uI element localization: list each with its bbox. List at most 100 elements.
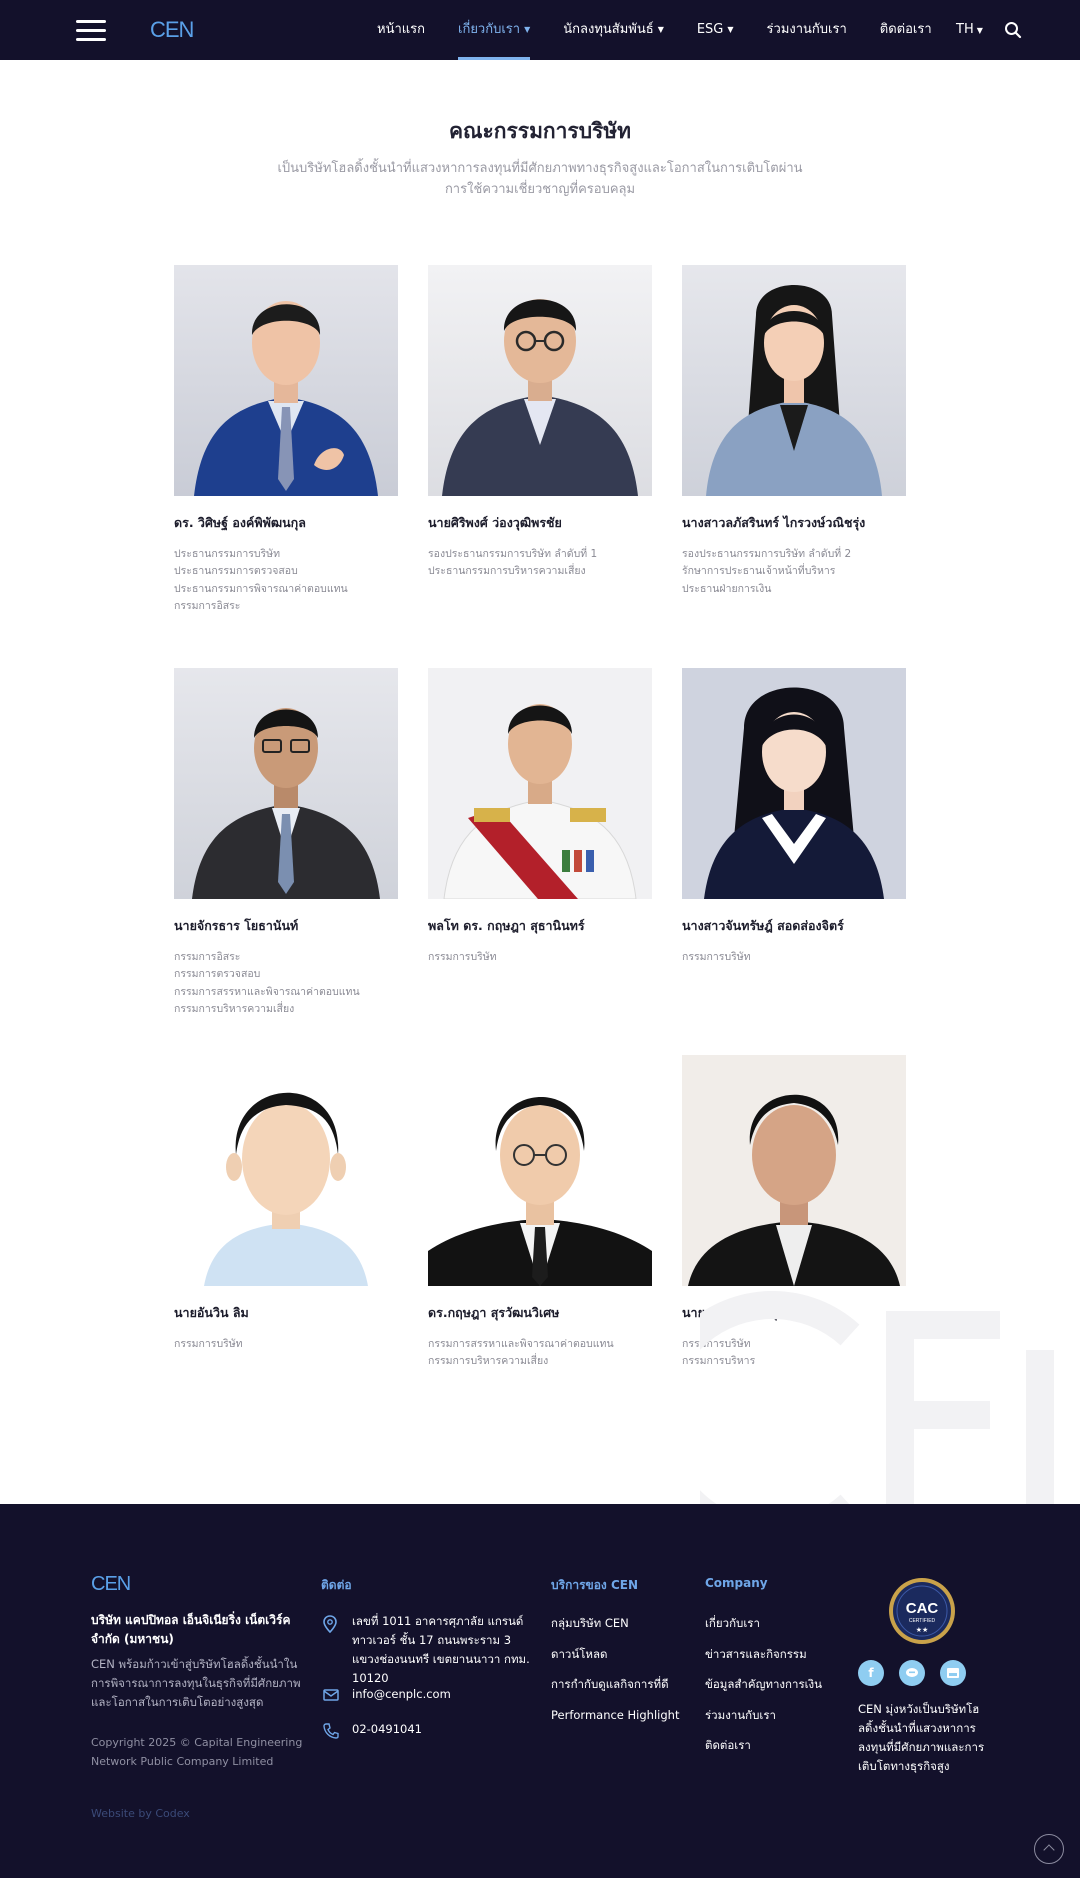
board-member-card[interactable]: นางสาวลภัสรินทร์ ไกรวงษ์วณิชรุ่ง รองประธ… — [682, 265, 906, 598]
member-role: กรรมการบริหารความเสี่ยง — [428, 1355, 549, 1368]
cen-logo[interactable]: CEN — [150, 17, 205, 41]
footer-copyright: Copyright 2025 © Capital Engineering Net… — [91, 1736, 303, 1768]
member-role: ประธานฝ่ายการเงิน — [682, 582, 772, 595]
member-roles: ประธานกรรมการบริษัท ประธานกรรมการตรวจสอบ… — [174, 546, 398, 615]
footer-company-description: CEN พร้อมก้าวเข้าสู่บริษัทโฮลดิ้งชั้นนำใ… — [91, 1657, 301, 1709]
phone-icon — [323, 1723, 339, 1739]
chevron-down-icon: ▼ — [727, 25, 734, 34]
footer-company-name: บริษัท แคปปิทอล เอ็นจิเนียริ่ง เน็ตเวิร์… — [91, 1613, 291, 1646]
search-icon[interactable] — [1004, 21, 1022, 39]
chevron-down-icon: ▼ — [976, 26, 983, 35]
footer-link[interactable]: การกำกับดูแลกิจการที่ดี — [551, 1676, 679, 1707]
footer-phone-text[interactable]: 02-0491041 — [352, 1720, 422, 1739]
footer-link[interactable]: ข่าวสารและกิจกรรม — [705, 1646, 822, 1677]
nav-home[interactable]: หน้าแรก — [377, 0, 425, 60]
member-roles: รองประธานกรรมการบริษัท ลำดับที่ 2 รักษาก… — [682, 546, 906, 598]
mail-icon — [323, 1689, 339, 1701]
nav-careers[interactable]: ร่วมงานกับเรา — [767, 0, 847, 60]
page: CEN หน้าแรก เกี่ยวกับเรา ▼ นักลงทุนสัมพัน… — [0, 0, 1080, 1878]
footer-link[interactable]: ร่วมงานกับเรา — [705, 1707, 822, 1738]
scroll-to-top-button[interactable] — [1034, 1834, 1064, 1864]
board-member-card[interactable]: พลโท ดร. กฤษฎา สุธานินทร์ กรรมการบริษัท — [428, 668, 652, 966]
shop-icon[interactable] — [940, 1660, 966, 1686]
board-member-card[interactable]: นายจักรธาร โยธานันท์ กรรมการอิสระ กรรมกา… — [174, 668, 398, 1018]
chevron-up-icon — [1043, 1844, 1055, 1856]
svg-text:CAC: CAC — [906, 1600, 939, 1617]
member-name: นายอันวิน ลิม — [174, 1305, 249, 1320]
member-name: นางสาวจันทรัษฎ์ สอดส่องจิตร์ — [682, 918, 844, 933]
board-member-card[interactable]: ดร.กฤษฎา สุรวัฒนวิเศษ กรรมการสรรหาและพิจ… — [428, 1055, 652, 1371]
member-role: รักษาการประธานเจ้าหน้าที่บริหาร — [682, 565, 836, 578]
member-photo — [428, 265, 652, 496]
member-photo — [682, 1055, 906, 1286]
member-roles: กรรมการบริษัท — [174, 1336, 398, 1353]
member-photo — [174, 265, 398, 496]
member-role: กรรมการบริหารความเสี่ยง — [174, 1002, 295, 1015]
member-name: พลโท ดร. กฤษฎา สุธานินทร์ — [428, 918, 585, 933]
member-photo — [428, 668, 652, 899]
footer-company-list: เกี่ยวกับเรา ข่าวสารและกิจกรรม ข้อมูลสำค… — [705, 1615, 822, 1768]
member-role: กรรมการบริษัท — [682, 951, 751, 963]
menu-icon[interactable] — [76, 20, 106, 42]
footer-services-heading: บริการของ CEN — [551, 1578, 639, 1592]
footer-website-credit[interactable]: Website by Codex — [91, 1807, 190, 1820]
board-member-card[interactable]: นางสาวจันทรัษฎ์ สอดส่องจิตร์ กรรมการบริษ… — [682, 668, 906, 966]
member-name: ดร. วิศิษฐ์ องค์พิพัฒนกุล — [174, 515, 306, 530]
footer-link[interactable]: ดาวน์โหลด — [551, 1646, 679, 1677]
member-role: รองประธานกรรมการบริษัท ลำดับที่ 1 — [428, 548, 598, 560]
footer-link[interactable]: เกี่ยวกับเรา — [705, 1615, 822, 1646]
footer-link[interactable]: กลุ่มบริษัท CEN — [551, 1615, 679, 1646]
footer-link[interactable]: Performance Highlight — [551, 1707, 679, 1738]
member-role: ประธานกรรมการพิจารณาค่าตอบแทน — [174, 582, 348, 595]
member-roles: กรรมการสรรหาและพิจารณาค่าตอบแทน กรรมการบ… — [428, 1336, 652, 1371]
member-name: นายศิริพงศ์ ว่องวุฒิพรชัย — [428, 515, 562, 530]
svg-text:★★: ★★ — [916, 1626, 929, 1634]
footer-tagline: CEN มุ่งหวังเป็นบริษัทโฮลดิ้งชั้นนำที่แส… — [858, 1702, 985, 1773]
member-roles: รองประธานกรรมการบริษัท ลำดับที่ 1 ประธาน… — [428, 546, 652, 581]
member-roles: กรรมการบริษัท — [428, 949, 652, 966]
member-photo — [682, 265, 906, 496]
footer-address-text: เลขที่ 1011 อาคารศุภาลัย แกรนด์ ทาวเวอร์… — [352, 1614, 530, 1685]
footer-cen-logo[interactable]: CEN — [91, 1572, 139, 1594]
board-member-card[interactable]: นายอันวิน ลิม กรรมการบริษัท — [174, 1055, 398, 1353]
language-selector[interactable]: TH ▼ — [956, 0, 983, 60]
member-photo — [174, 1055, 398, 1286]
nav-contact[interactable]: ติดต่อเรา — [880, 0, 932, 60]
member-role: กรรมการสรรหาและพิจารณาค่าตอบแทน — [428, 1338, 614, 1350]
cac-certified-badge: CAC CERTIFIED ★★ — [889, 1578, 955, 1644]
member-name: ดร.กฤษฎา สุรวัฒนวิเศษ — [428, 1305, 560, 1320]
member-photo — [428, 1055, 652, 1286]
member-name: นายจักรธาร โยธานันท์ — [174, 918, 299, 933]
svg-text:CEN: CEN — [91, 1573, 130, 1594]
member-role: รองประธานกรรมการบริษัท ลำดับที่ 2 — [682, 548, 852, 560]
member-name: นางสาวลภัสรินทร์ ไกรวงษ์วณิชรุ่ง — [682, 515, 866, 530]
footer-link[interactable]: ข้อมูลสำคัญทางการเงิน — [705, 1676, 822, 1707]
member-role: กรรมการสรรหาและพิจารณาค่าตอบแทน — [174, 985, 360, 998]
member-roles: กรรมการบริษัท — [682, 949, 906, 966]
nav-esg[interactable]: ESG ▼ — [697, 0, 734, 60]
member-role: กรรมการอิสระ — [174, 951, 241, 963]
footer-link[interactable]: ติดต่อเรา — [705, 1737, 822, 1768]
member-role: กรรมการตรวจสอบ — [174, 968, 261, 981]
facebook-icon[interactable]: f — [858, 1660, 884, 1686]
nav-investor-relations[interactable]: นักลงทุนสัมพันธ์ ▼ — [563, 0, 664, 60]
footer-email-text[interactable]: info@cenplc.com — [352, 1685, 451, 1704]
chevron-down-icon: ▼ — [524, 25, 531, 34]
board-member-card[interactable]: ดร. วิศิษฐ์ องค์พิพัฒนกุล ประธานกรรมการบ… — [174, 265, 398, 615]
member-photo — [682, 668, 906, 899]
svg-text:CERTIFIED: CERTIFIED — [909, 1618, 936, 1624]
line-icon[interactable] — [899, 1660, 925, 1686]
board-member-card[interactable]: นายศิริพงศ์ ว่องวุฒิพรชัย รองประธานกรรมก… — [428, 265, 652, 581]
top-navbar: CEN หน้าแรก เกี่ยวกับเรา ▼ นักลงทุนสัมพัน… — [0, 0, 1080, 60]
member-role: กรรมการบริษัท — [428, 951, 497, 963]
nav-about[interactable]: เกี่ยวกับเรา ▼ — [458, 0, 531, 60]
main-nav: หน้าแรก เกี่ยวกับเรา ▼ นักลงทุนสัมพันธ์ ▼ … — [377, 0, 932, 60]
footer-services-list: กลุ่มบริษัท CEN ดาวน์โหลด การกำกับดูแลกิ… — [551, 1615, 679, 1737]
member-role: ประธานกรรมการบริษัท — [174, 548, 281, 560]
member-photo — [174, 668, 398, 899]
location-pin-icon — [323, 1615, 337, 1633]
member-role: กรรมการอิสระ — [174, 599, 241, 612]
cen-watermark-logo — [700, 1291, 1054, 1505]
chevron-down-icon: ▼ — [657, 25, 664, 34]
member-role: ประธานกรรมการตรวจสอบ — [174, 565, 298, 578]
